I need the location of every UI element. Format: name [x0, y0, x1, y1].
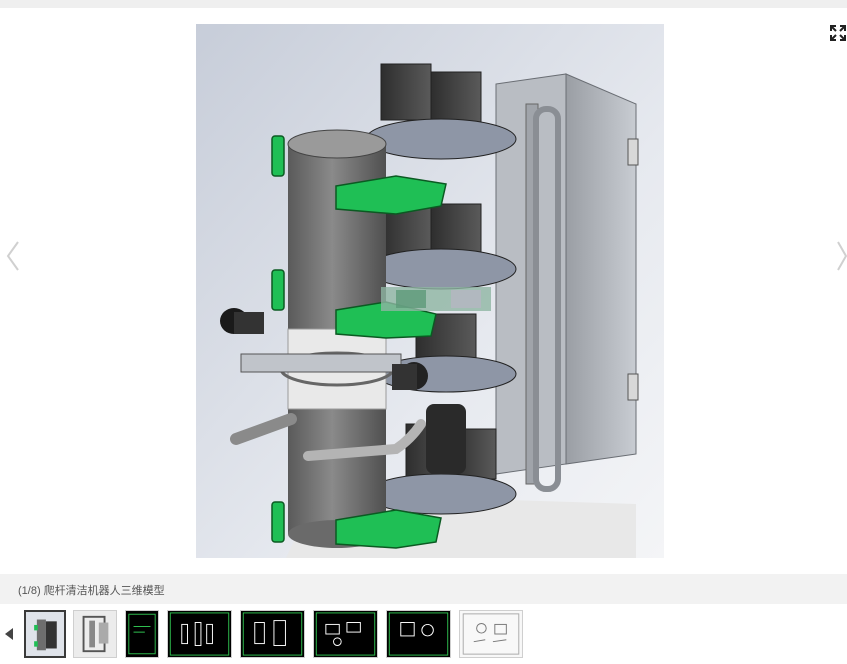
thumbnail-6[interactable]	[313, 610, 378, 658]
caption-bar: (1/8) 爬杆清洁机器人三维模型	[0, 574, 847, 604]
thumbnail-5[interactable]	[240, 610, 305, 658]
thumbnail-1[interactable]	[24, 610, 66, 658]
thumbnail-7[interactable]	[386, 610, 451, 658]
expand-icon[interactable]	[829, 24, 847, 42]
image-caption: (1/8) 爬杆清洁机器人三维模型	[18, 585, 165, 597]
image-viewer	[0, 8, 847, 574]
chevron-left-icon[interactable]	[2, 236, 22, 276]
thumbnail-4[interactable]	[167, 610, 232, 658]
thumbnail-8[interactable]	[459, 610, 523, 658]
top-strip	[0, 0, 847, 8]
thumbnail-2[interactable]	[73, 610, 117, 658]
thumbnail-3[interactable]	[125, 610, 159, 658]
main-image-robot-3d-model	[196, 24, 664, 558]
triangle-left-icon[interactable]	[2, 626, 16, 642]
chevron-right-icon[interactable]	[836, 236, 847, 276]
thumbnail-strip	[0, 604, 847, 664]
